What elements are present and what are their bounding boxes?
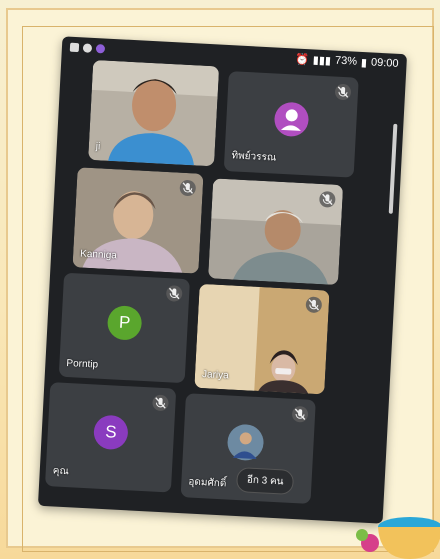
image-icon (69, 42, 80, 52)
mic-off-icon (318, 190, 336, 208)
profile-photo (227, 424, 264, 461)
chat-bubble-icon (82, 42, 93, 53)
participant-name: Kanniga (79, 248, 118, 262)
mic-off-icon (334, 83, 352, 101)
mic-off-icon (179, 179, 197, 197)
participant-name: Jariya (201, 369, 229, 382)
person-icon (273, 101, 310, 138)
participant-name: ทิพย์วรรณ (231, 150, 277, 164)
phone-screenshot: ⏰ ▮▮▮ 73% ▮ 09:00 ji ทิพย์วรรณ Kanniga P… (37, 36, 408, 524)
scrollbar[interactable] (388, 123, 398, 214)
app-icon (95, 43, 106, 54)
mic-off-icon (305, 296, 323, 314)
decorative-cup-graphic (356, 517, 440, 559)
mic-off-icon (152, 394, 169, 412)
avatar-initial: P (106, 304, 143, 341)
participant-tile[interactable]: Kanniga (72, 167, 204, 274)
mic-off-icon (165, 285, 183, 302)
clock: 09:00 (370, 56, 399, 70)
participant-tile[interactable]: ji (88, 59, 220, 167)
battery-percent: 73% (334, 54, 358, 68)
participant-tile[interactable]: S คุณ (44, 382, 177, 493)
participant-name: อุดมศักดิ์ (188, 476, 227, 490)
participant-name: ji (95, 141, 101, 153)
participant-name: คุณ (52, 465, 70, 478)
signal-icon: ▮▮▮ (312, 53, 332, 67)
participant-tile[interactable]: P Porntip (58, 272, 190, 384)
participant-tile[interactable]: Jariya (194, 283, 330, 395)
mic-off-icon (291, 405, 309, 423)
alarm-icon: ⏰ (294, 53, 310, 66)
avatar-initial: S (93, 414, 129, 451)
participant-tile[interactable]: ทิพย์วรรณ (223, 71, 359, 178)
participant-tile[interactable] (208, 178, 344, 286)
participant-name: Porntip (66, 357, 99, 371)
more-participants-button[interactable]: อีก 3 คน (236, 467, 295, 495)
participant-tile[interactable]: อุดมศักดิ์ อีก 3 คน (180, 393, 316, 504)
battery-icon: ▮ (360, 56, 368, 69)
participant-video (88, 59, 220, 167)
